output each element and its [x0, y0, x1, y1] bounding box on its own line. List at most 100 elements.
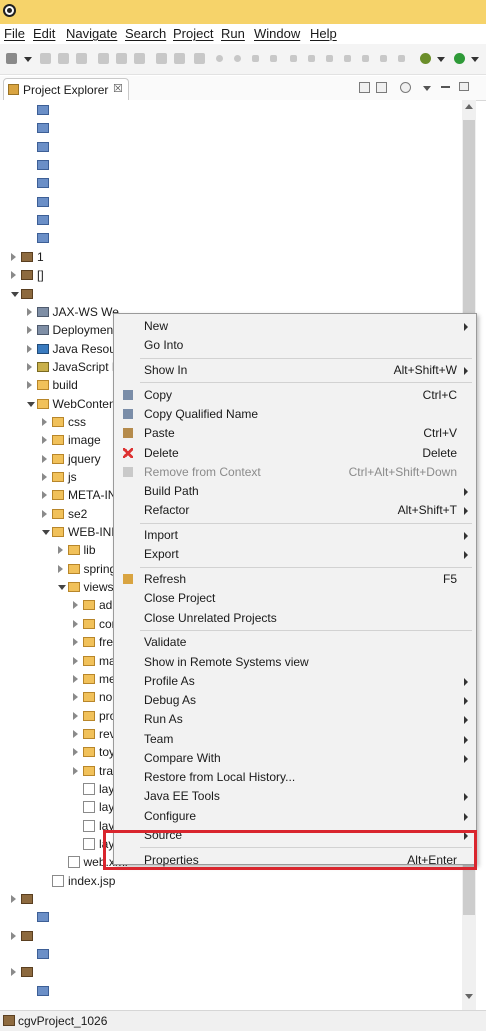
toolbar-dot-1-icon[interactable]: [216, 55, 223, 62]
menu-item-copy[interactable]: Copy Ctrl+C: [114, 386, 476, 405]
external-tools-icon[interactable]: [420, 53, 431, 64]
collapsed-arrow-icon[interactable]: [73, 766, 78, 775]
menu-item-new[interactable]: New: [114, 317, 476, 336]
collapsed-arrow-icon[interactable]: [73, 656, 78, 665]
run-icon[interactable]: [454, 53, 465, 64]
toolbar-tool-2-icon[interactable]: [116, 53, 127, 64]
toolbar-dot-7-icon[interactable]: [326, 55, 333, 62]
collapsed-arrow-icon[interactable]: [26, 326, 32, 335]
collapsed-arrow-icon[interactable]: [57, 564, 63, 573]
toolbar-dot-2-icon[interactable]: [234, 55, 241, 62]
collapsed-arrow-icon[interactable]: [26, 307, 32, 316]
menu-item-debug-as[interactable]: Debug As: [114, 691, 476, 710]
menu-edit[interactable]: Edit: [33, 26, 55, 41]
menu-item-profile-as[interactable]: Profile As: [114, 672, 476, 691]
menu-item-run-as[interactable]: Run As: [114, 710, 476, 729]
menu-project[interactable]: Project: [173, 26, 213, 41]
menu-item-go-into[interactable]: Go Into: [114, 336, 476, 355]
menu-search[interactable]: Search: [125, 26, 166, 41]
menu-item-refresh[interactable]: Refresh F5: [114, 570, 476, 589]
collapsed-arrow-icon[interactable]: [73, 729, 78, 738]
toolbar-tool-6-icon[interactable]: [194, 53, 205, 64]
tree-row[interactable]: [0, 194, 462, 212]
print-icon[interactable]: [76, 53, 87, 64]
tree-row[interactable]: 1: [0, 249, 462, 267]
tab-project-explorer[interactable]: Project Explorer ☒: [3, 78, 129, 101]
menu-window[interactable]: Window: [254, 26, 300, 41]
scroll-up-icon[interactable]: [465, 104, 473, 109]
collapsed-arrow-icon[interactable]: [11, 968, 16, 977]
tree-row[interactable]: [0, 946, 462, 964]
maximize-icon[interactable]: [459, 82, 469, 91]
collapsed-arrow-icon[interactable]: [73, 711, 78, 720]
collapsed-arrow-icon[interactable]: [42, 454, 47, 463]
menu-item-show-in[interactable]: Show In Alt+Shift+W: [114, 361, 476, 380]
tree-row[interactable]: [0, 139, 462, 157]
collapse-all-icon[interactable]: [359, 82, 370, 93]
toolbar-dot-8-icon[interactable]: [344, 55, 351, 62]
menu-item-refactor[interactable]: Refactor Alt+Shift+T: [114, 501, 476, 520]
menu-item-import[interactable]: Import: [114, 526, 476, 545]
expanded-arrow-icon[interactable]: [57, 585, 66, 591]
menu-item-paste[interactable]: Paste Ctrl+V: [114, 424, 476, 443]
expanded-arrow-icon[interactable]: [42, 530, 50, 536]
menu-item-team[interactable]: Team: [114, 730, 476, 749]
tree-row[interactable]: [0, 175, 462, 193]
tree-row[interactable]: [0, 157, 462, 175]
expanded-arrow-icon[interactable]: [26, 401, 35, 407]
toolbar-dot-3-icon[interactable]: [252, 55, 259, 62]
menu-run[interactable]: Run: [221, 26, 245, 41]
minimize-icon[interactable]: [441, 86, 450, 88]
new-icon[interactable]: [6, 53, 17, 64]
menu-item-close-unrelated-projects[interactable]: Close Unrelated Projects: [114, 609, 476, 628]
collapsed-arrow-icon[interactable]: [73, 601, 78, 610]
menu-item-validate[interactable]: Validate: [114, 633, 476, 652]
toolbar-dot-11-icon[interactable]: [398, 55, 405, 62]
menu-item-build-path[interactable]: Build Path: [114, 482, 476, 501]
save-all-icon[interactable]: [58, 53, 69, 64]
external-tools-dropdown-icon[interactable]: [437, 57, 445, 62]
menu-help[interactable]: Help: [310, 26, 337, 41]
collapsed-arrow-icon[interactable]: [42, 473, 47, 481]
tree-row[interactable]: [0, 212, 462, 230]
toolbar-tool-1-icon[interactable]: [98, 53, 109, 64]
tree-row[interactable]: []: [0, 267, 462, 285]
menu-item-show-in-remote-systems-view[interactable]: Show in Remote Systems view: [114, 653, 476, 672]
tree-row[interactable]: [0, 891, 462, 909]
menu-file[interactable]: File: [4, 26, 25, 41]
toolbar-tool-5-icon[interactable]: [174, 53, 185, 64]
menu-item-delete[interactable]: Delete Delete: [114, 444, 476, 463]
toolbar-tool-4-icon[interactable]: [156, 53, 167, 64]
collapsed-arrow-icon[interactable]: [26, 362, 32, 371]
tree-row[interactable]: [0, 983, 462, 1001]
menu-item-compare-with[interactable]: Compare With: [114, 749, 476, 768]
view-filter-icon[interactable]: [400, 82, 411, 93]
new-dropdown-icon[interactable]: [24, 57, 32, 62]
menu-item-java-ee-tools[interactable]: Java EE Tools: [114, 787, 476, 806]
toolbar-dot-4-icon[interactable]: [270, 55, 277, 62]
toolbar-dot-9-icon[interactable]: [362, 55, 369, 62]
menu-navigate[interactable]: Navigate: [66, 26, 117, 41]
run-dropdown-icon[interactable]: [471, 57, 479, 62]
collapsed-arrow-icon[interactable]: [73, 693, 78, 702]
menu-item-restore-from-local-history[interactable]: Restore from Local History...: [114, 768, 476, 787]
eclipse-logo-icon[interactable]: [3, 4, 16, 17]
collapsed-arrow-icon[interactable]: [11, 252, 16, 261]
collapsed-arrow-icon[interactable]: [73, 619, 78, 628]
collapsed-arrow-icon[interactable]: [73, 674, 78, 683]
link-with-editor-icon[interactable]: [376, 82, 387, 93]
collapsed-arrow-icon[interactable]: [42, 509, 47, 518]
collapsed-arrow-icon[interactable]: [73, 638, 78, 647]
collapsed-arrow-icon[interactable]: [11, 271, 16, 280]
collapsed-arrow-icon[interactable]: [42, 436, 47, 445]
tree-row[interactable]: [0, 120, 462, 138]
menu-item-configure[interactable]: Configure: [114, 807, 476, 826]
collapsed-arrow-icon[interactable]: [73, 748, 78, 757]
tree-row[interactable]: [0, 102, 462, 120]
tree-row[interactable]: [0, 909, 462, 927]
tree-row[interactable]: [0, 964, 462, 982]
collapsed-arrow-icon[interactable]: [26, 381, 32, 390]
collapsed-arrow-icon[interactable]: [42, 417, 47, 426]
collapsed-arrow-icon[interactable]: [11, 895, 16, 904]
toolbar-dot-6-icon[interactable]: [308, 55, 315, 62]
